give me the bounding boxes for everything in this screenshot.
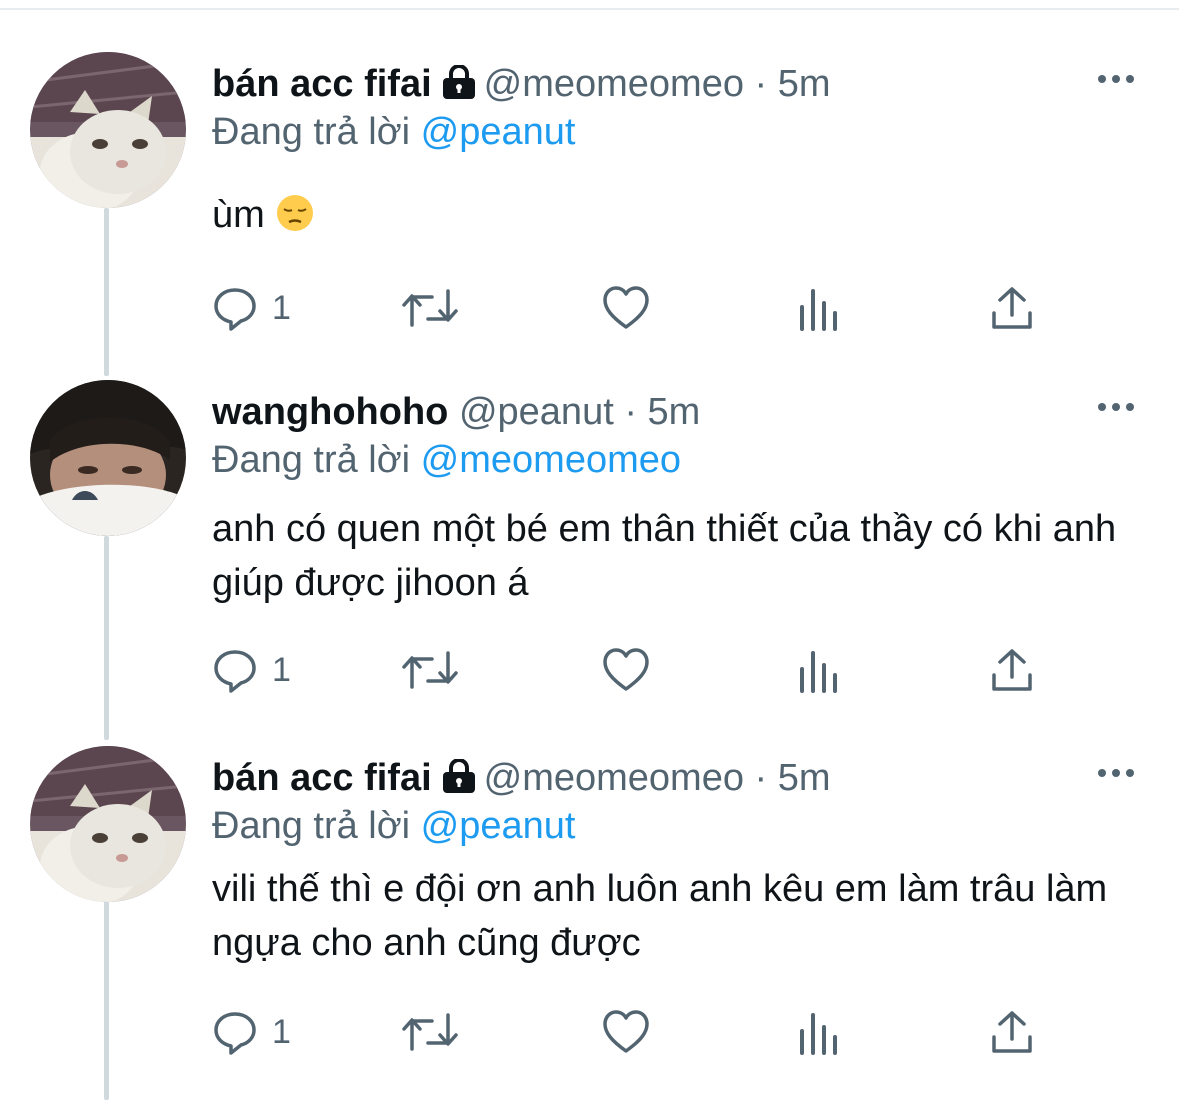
retweet-icon xyxy=(402,647,458,693)
retweet-icon xyxy=(402,285,458,331)
share-button[interactable] xyxy=(990,640,1034,700)
lock-icon xyxy=(440,63,478,111)
reply-button[interactable]: 1 xyxy=(212,1002,291,1062)
like-icon xyxy=(602,1009,650,1055)
analytics-icon xyxy=(798,1009,838,1055)
action-bar: 1 xyxy=(212,1002,1052,1062)
replying-to: Đang trả lời @peanut xyxy=(212,108,575,156)
separator: · xyxy=(754,757,768,799)
more-icon[interactable] xyxy=(1096,66,1136,92)
share-icon xyxy=(990,1009,1034,1055)
avatar[interactable] xyxy=(30,52,186,208)
like-button[interactable] xyxy=(602,1002,650,1062)
share-icon xyxy=(990,285,1034,331)
tweet-text-content: vili thế thì e đội ơn anh luôn anh kêu e… xyxy=(212,868,1108,964)
avatar[interactable] xyxy=(30,746,186,902)
tweet-text-content: anh có quen một bé em thân thiết của thầ… xyxy=(212,508,1117,604)
tweet[interactable]: bán acc fifai @meomeomeo · 5m Đang trả lờ… xyxy=(0,694,1179,1060)
author-name[interactable]: wanghohoho xyxy=(212,391,448,433)
more-icon[interactable] xyxy=(1096,394,1136,420)
replying-prefix: Đang trả lời xyxy=(212,439,411,481)
tweet-text: vili thế thì e đội ơn anh luôn anh kêu e… xyxy=(212,862,1152,970)
timestamp[interactable]: 5m xyxy=(778,63,831,105)
analytics-button[interactable] xyxy=(798,640,838,700)
mention-link[interactable]: @peanut xyxy=(421,805,576,847)
retweet-icon xyxy=(402,1009,458,1055)
tweet-text: anh có quen một bé em thân thiết của thầ… xyxy=(212,502,1152,610)
timestamp[interactable]: 5m xyxy=(648,391,701,433)
replying-prefix: Đang trả lời xyxy=(212,111,411,153)
replying-prefix: Đang trả lời xyxy=(212,805,411,847)
tweet-text: ùm xyxy=(212,188,1152,248)
tweet[interactable]: bán acc fifai @meomeomeo · 5m Đang trả lờ… xyxy=(0,0,1179,366)
like-icon xyxy=(602,647,650,693)
analytics-button[interactable] xyxy=(798,1002,838,1062)
reply-button[interactable]: 1 xyxy=(212,640,291,700)
pensive-face-icon xyxy=(275,193,315,248)
author-handle[interactable]: @meomeomeo xyxy=(484,757,744,799)
author-handle[interactable]: @peanut xyxy=(459,391,614,433)
reply-icon xyxy=(212,647,258,693)
tweet-header: bán acc fifai @meomeomeo · 5m xyxy=(212,60,831,108)
share-button[interactable] xyxy=(990,1002,1034,1062)
like-button[interactable] xyxy=(602,640,650,700)
mention-link[interactable]: @meomeomeo xyxy=(421,439,681,481)
author-name[interactable]: bán acc fifai xyxy=(212,63,432,105)
tweet-text-content: ùm xyxy=(212,194,265,236)
reply-count: 1 xyxy=(272,650,291,689)
retweet-button[interactable] xyxy=(402,640,458,700)
author-name[interactable]: bán acc fifai xyxy=(212,757,432,799)
replying-to: Đang trả lời @peanut xyxy=(212,802,575,850)
timestamp[interactable]: 5m xyxy=(778,757,831,799)
reply-icon xyxy=(212,285,258,331)
share-icon xyxy=(990,647,1034,693)
reply-icon xyxy=(212,1009,258,1055)
analytics-icon xyxy=(798,285,838,331)
lock-icon xyxy=(440,757,478,805)
action-bar: 1 xyxy=(212,640,1052,700)
reply-count: 1 xyxy=(272,288,291,327)
tweet[interactable]: wanghohoho @peanut · 5m Đang trả lời @me… xyxy=(0,328,1179,694)
more-icon[interactable] xyxy=(1096,760,1136,786)
reply-count: 1 xyxy=(272,1012,291,1051)
tweet-header: wanghohoho @peanut · 5m xyxy=(212,388,700,436)
analytics-icon xyxy=(798,647,838,693)
avatar[interactable] xyxy=(30,380,186,536)
separator: · xyxy=(754,63,768,105)
replying-to: Đang trả lời @meomeomeo xyxy=(212,436,681,484)
mention-link[interactable]: @peanut xyxy=(421,111,576,153)
author-handle[interactable]: @meomeomeo xyxy=(484,63,744,105)
retweet-button[interactable] xyxy=(402,1002,458,1062)
separator: · xyxy=(624,391,637,433)
like-icon xyxy=(602,285,650,331)
tweet-header: bán acc fifai @meomeomeo · 5m xyxy=(212,754,831,802)
